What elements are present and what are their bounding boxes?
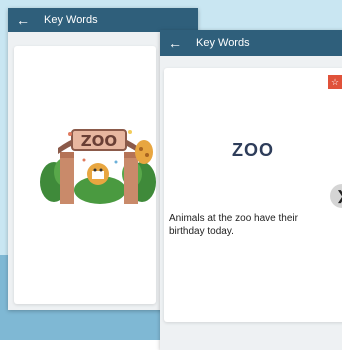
top-bar: ← Key Words <box>160 30 342 56</box>
zoo-sign-text: ZOO <box>81 132 117 150</box>
example-sentence: Animals at the zoo have their birthday t… <box>169 213 298 237</box>
key-word: ZOO <box>232 140 274 160</box>
back-arrow-icon[interactable]: ← <box>168 36 182 50</box>
flashcard-word-side[interactable] <box>164 68 342 322</box>
screen-title: Key Words <box>44 14 98 26</box>
top-bar: ← Key Words <box>8 8 198 32</box>
back-arrow-icon[interactable]: ← <box>16 13 30 27</box>
screen-title: Key Words <box>196 37 250 49</box>
zoo-gate-illustration: ZOO <box>40 129 156 204</box>
star-icon[interactable]: ☆ <box>328 75 342 89</box>
front-screen: ← Key Words <box>160 30 342 350</box>
background-strip <box>0 340 160 350</box>
